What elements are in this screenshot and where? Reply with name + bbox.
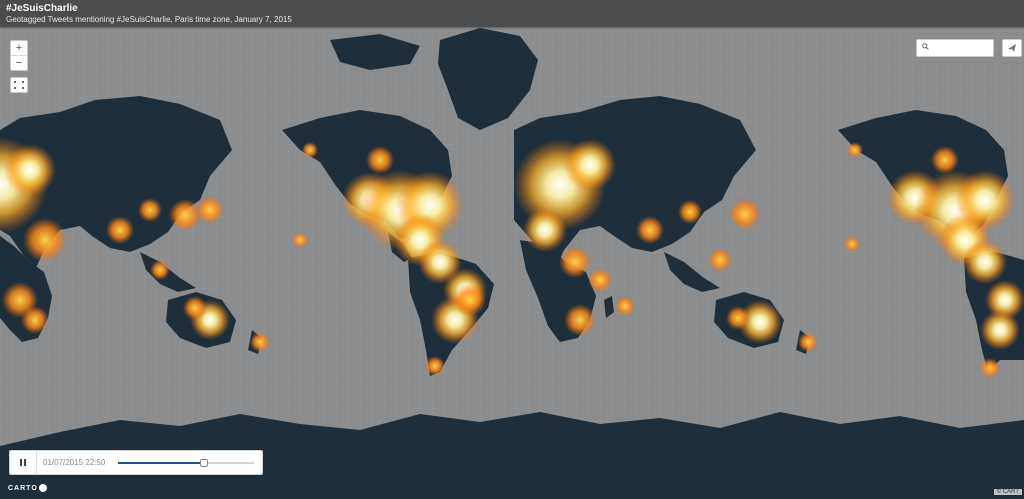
tweet-heat-blob	[425, 356, 445, 376]
fullscreen-icon	[14, 81, 16, 83]
map-subtitle: Geotagged Tweets mentioning #JeSuisCharl…	[6, 15, 292, 24]
zoom-in-button[interactable]: +	[11, 41, 27, 55]
tweet-heat-blob	[196, 196, 224, 224]
tweet-heat-blob	[183, 296, 207, 320]
tweet-heat-blob	[366, 146, 394, 174]
tweet-heat-blob	[292, 232, 308, 248]
tweet-heat-blob	[559, 246, 591, 278]
tweet-heat-blob	[564, 304, 596, 336]
tweet-heat-blob	[454, 284, 486, 316]
time-slider-track[interactable]	[118, 459, 254, 467]
tweet-heat-blob	[963, 240, 1007, 284]
tweet-heat-blob	[615, 296, 635, 316]
fullscreen-button[interactable]	[10, 77, 28, 93]
search-icon	[922, 43, 929, 50]
tweet-heat-blob	[23, 218, 67, 262]
search-box[interactable]	[916, 39, 994, 57]
time-slider-handle[interactable]	[199, 459, 208, 467]
pause-icon	[20, 459, 22, 466]
map-title: #JeSuisCharlie	[6, 3, 78, 14]
tweet-heat-blob	[169, 199, 201, 231]
time-slider-progress	[118, 462, 204, 464]
carto-logo[interactable]: CARTO	[8, 484, 47, 492]
logo-text: CARTO	[8, 484, 38, 492]
share-icon	[1008, 44, 1016, 52]
tweet-heat-blob	[708, 248, 732, 272]
tweet-heat-blob	[726, 306, 750, 330]
tweet-heat-blob	[588, 268, 612, 292]
tweet-heat-blob	[150, 260, 170, 280]
tweet-heat-blob	[138, 198, 162, 222]
tweet-heat-blob	[844, 236, 860, 252]
tweet-heat-blob	[4, 144, 56, 196]
tweet-heat-blob	[798, 332, 818, 352]
tweet-heat-blob	[21, 306, 49, 334]
map-header: #JeSuisCharlie Geotagged Tweets mentioni…	[0, 0, 1024, 27]
tweet-heat-blob	[847, 142, 863, 158]
zoom-controls: + −	[10, 40, 28, 71]
share-button[interactable]	[1002, 39, 1022, 57]
tweet-heat-blob	[106, 216, 134, 244]
tweet-heat-blob	[678, 200, 702, 224]
tweet-heat-blob	[302, 142, 318, 158]
time-slider-panel: 01/07/2015 22:50	[9, 450, 263, 475]
logo-dot-icon	[38, 484, 47, 492]
tweet-heat-blob	[564, 139, 616, 191]
zoom-out-button[interactable]: −	[11, 55, 27, 70]
pause-button[interactable]	[10, 451, 37, 474]
tweet-heat-blob	[980, 310, 1020, 350]
tweet-heat-blob	[931, 146, 959, 174]
world-map[interactable]	[0, 0, 1024, 499]
tweet-heat-blob	[250, 332, 270, 352]
tweet-heat-blob	[729, 198, 761, 230]
tweet-heat-blob	[636, 216, 664, 244]
time-readout: 01/07/2015 22:50	[43, 458, 106, 467]
map-attribution[interactable]: © CART	[993, 489, 1022, 495]
search-input[interactable]	[933, 41, 989, 54]
tweet-heat-blob	[523, 208, 567, 252]
tweet-heat-blob	[980, 358, 1000, 378]
